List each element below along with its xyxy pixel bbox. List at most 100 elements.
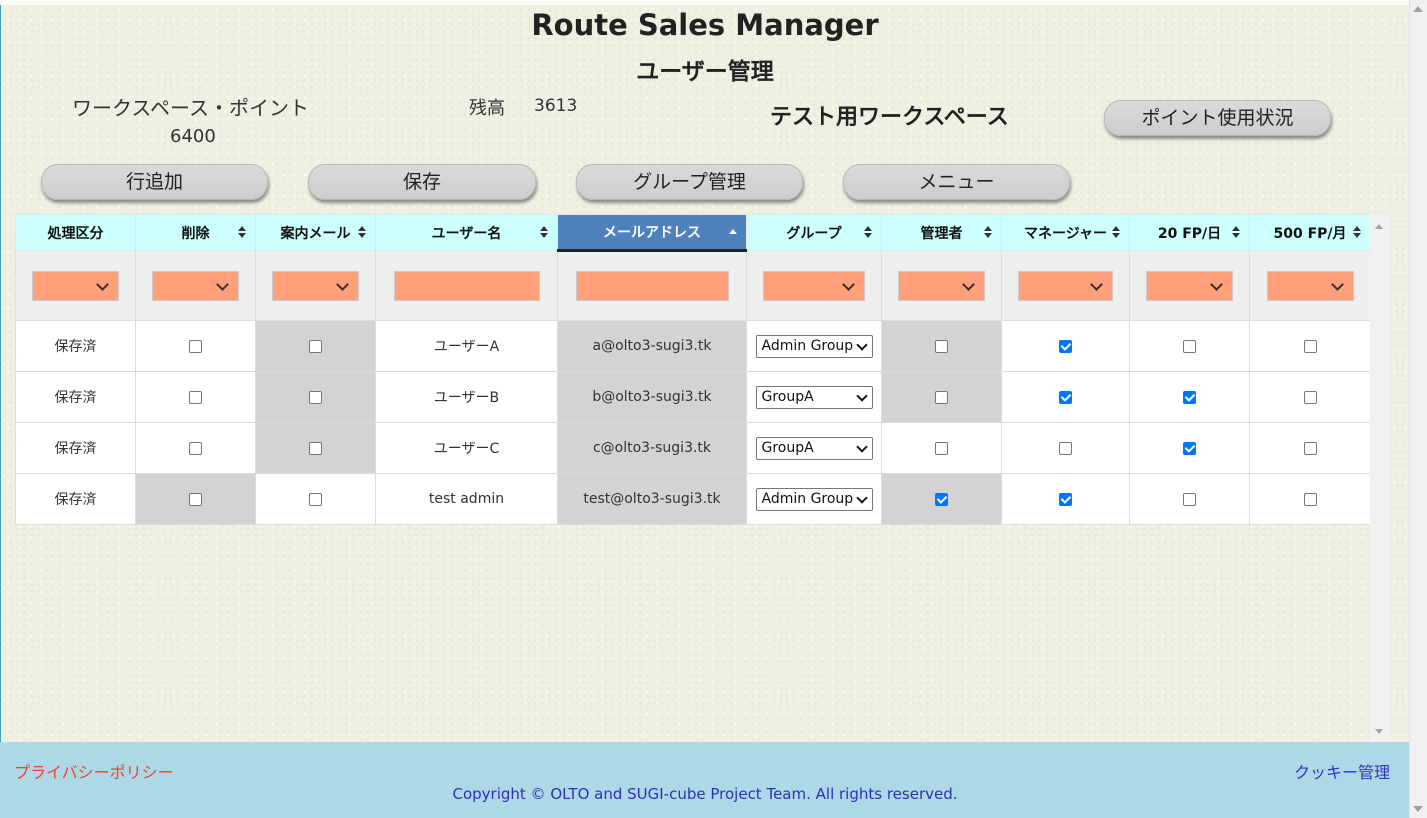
username-cell[interactable]: ユーザーA: [375, 320, 558, 372]
filter-cell: [746, 250, 882, 321]
scroll-up-icon[interactable]: [1375, 224, 1383, 229]
header-fp500[interactable]: 500 FP/月: [1249, 214, 1371, 251]
admin-checkbox[interactable]: [935, 441, 948, 455]
user-table: 処理区分 削除 案内メール ユーザー名 メールアドレス グループ 管理者 マネー…: [15, 214, 1371, 525]
header-status[interactable]: 処理区分: [15, 214, 136, 251]
header-admin[interactable]: 管理者: [881, 214, 1002, 251]
scroll-down-icon[interactable]: [1413, 806, 1423, 812]
sort-both-icon[interactable]: [1112, 226, 1120, 238]
sort-both-icon[interactable]: [358, 226, 366, 238]
group-select-value: GroupA: [761, 388, 814, 405]
filter-delete-select[interactable]: [152, 270, 239, 301]
group-select[interactable]: GroupA: [755, 385, 873, 409]
save-button[interactable]: 保存: [308, 164, 536, 200]
header-manager[interactable]: マネージャー: [1001, 214, 1130, 251]
invite-mail-checkbox[interactable]: [309, 339, 322, 353]
admin-checkbox[interactable]: [935, 390, 948, 404]
sort-asc-icon[interactable]: [729, 226, 737, 238]
delete-checkbox[interactable]: [189, 441, 202, 455]
username-cell[interactable]: ユーザーB: [375, 371, 558, 423]
group-select[interactable]: Admin Group: [755, 334, 873, 358]
header-group[interactable]: グループ: [746, 214, 882, 251]
fp20-checkbox[interactable]: [1183, 390, 1196, 404]
status-cell: 保存済: [15, 371, 136, 423]
header-username[interactable]: ユーザー名: [375, 214, 558, 251]
add-row-button[interactable]: 行追加: [41, 164, 268, 200]
header-delete[interactable]: 削除: [135, 214, 256, 251]
fp20-checkbox[interactable]: [1183, 441, 1196, 455]
delete-checkbox[interactable]: [189, 390, 202, 404]
group-cell: Admin Group: [746, 320, 882, 372]
manager-cell: [1001, 371, 1130, 423]
email-cell: a@olto3-sugi3.tk: [557, 320, 747, 372]
filter-manager-select[interactable]: [1018, 270, 1113, 301]
filter-email-input[interactable]: [575, 271, 729, 301]
header-email[interactable]: メールアドレス: [557, 214, 747, 252]
fp500-cell: [1249, 473, 1371, 525]
table-scrollbar[interactable]: [1370, 214, 1390, 740]
fp20-checkbox[interactable]: [1183, 339, 1196, 353]
chevron-down-icon: [842, 277, 855, 291]
manager-checkbox[interactable]: [1059, 441, 1072, 455]
header-label: ユーザー名: [431, 225, 502, 242]
fp500-checkbox[interactable]: [1303, 441, 1317, 455]
delete-checkbox[interactable]: [189, 492, 202, 506]
group-select[interactable]: GroupA: [755, 436, 873, 460]
sort-both-icon[interactable]: [1232, 226, 1240, 238]
page-scrollbar[interactable]: [1409, 0, 1427, 818]
header-invite-mail[interactable]: 案内メール: [255, 214, 376, 251]
manager-checkbox[interactable]: [1059, 339, 1072, 353]
username-cell[interactable]: ユーザーC: [375, 422, 558, 474]
fp20-checkbox[interactable]: [1183, 492, 1196, 506]
scroll-up-icon[interactable]: [1413, 6, 1423, 12]
admin-checkbox[interactable]: [935, 339, 948, 353]
username-cell[interactable]: test admin: [375, 473, 558, 525]
filter-username-input[interactable]: [393, 270, 540, 301]
scroll-down-icon[interactable]: [1375, 729, 1383, 734]
admin-cell: [881, 371, 1002, 423]
cookie-settings-link[interactable]: クッキー管理: [1294, 759, 1390, 783]
filter-fp20-select[interactable]: [1146, 270, 1233, 301]
chevron-down-icon: [1090, 277, 1103, 291]
sort-both-icon[interactable]: [984, 226, 992, 238]
fp500-checkbox[interactable]: [1303, 492, 1317, 506]
chevron-down-icon: [962, 277, 975, 291]
status-cell: 保存済: [15, 473, 136, 525]
fp500-checkbox[interactable]: [1303, 339, 1317, 353]
invite-mail-checkbox[interactable]: [309, 390, 322, 404]
invite-mail-checkbox[interactable]: [309, 492, 322, 506]
sort-both-icon[interactable]: [1353, 226, 1361, 238]
chevron-down-icon: [855, 389, 868, 402]
filter-status-select[interactable]: [32, 270, 119, 301]
manager-checkbox[interactable]: [1059, 492, 1072, 506]
filter-cell: [255, 250, 376, 321]
invite-mail-checkbox[interactable]: [309, 441, 322, 455]
fp500-checkbox[interactable]: [1303, 390, 1317, 404]
header-fp20[interactable]: 20 FP/日: [1129, 214, 1250, 251]
admin-checkbox[interactable]: [935, 492, 948, 506]
manager-checkbox[interactable]: [1059, 390, 1072, 404]
table-row: 保存済 ユーザーC c@olto3-sugi3.tk GroupA: [15, 422, 1371, 474]
workspace-points-label: ワークスペース・ポイント: [72, 96, 309, 120]
filter-admin-select[interactable]: [898, 270, 985, 301]
menu-button[interactable]: メニュー: [843, 164, 1070, 200]
filter-cell: [135, 250, 256, 321]
sort-both-icon[interactable]: [864, 226, 872, 238]
app-title: Route Sales Manager: [531, 8, 879, 42]
point-usage-button[interactable]: ポイント使用状況: [1104, 100, 1331, 136]
privacy-policy-link[interactable]: プライバシーポリシー: [14, 759, 174, 783]
fp20-cell: [1129, 422, 1250, 474]
filter-cell: [881, 250, 1002, 321]
filter-invite-mail-select[interactable]: [272, 270, 359, 301]
filter-cell: [557, 250, 747, 321]
sort-both-icon[interactable]: [238, 226, 246, 238]
group-manage-button[interactable]: グループ管理: [576, 164, 803, 200]
filter-group-select[interactable]: [763, 270, 865, 301]
group-select[interactable]: Admin Group: [755, 487, 873, 511]
chevron-down-icon: [855, 491, 868, 504]
delete-checkbox[interactable]: [189, 339, 202, 353]
sort-both-icon[interactable]: [540, 226, 548, 238]
filter-fp500-select[interactable]: [1266, 270, 1354, 301]
filter-cell: [15, 250, 136, 321]
window-top-strip: [0, 0, 1410, 5]
